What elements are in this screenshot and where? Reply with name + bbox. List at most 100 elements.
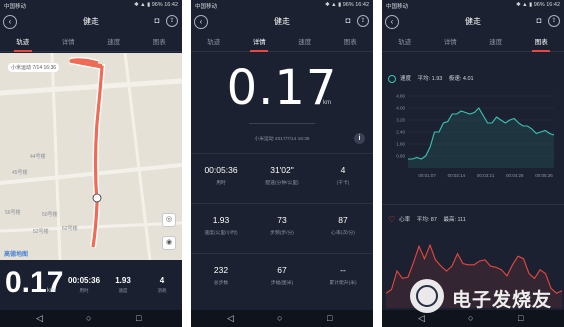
info-icon[interactable]: i (354, 133, 365, 144)
map-visibility-button[interactable]: ◉ (162, 236, 176, 250)
phone-track-screen: 中国移动 ✱ ▲ ▮ 96% 16:42 ‹ 健走 ◘ ⇪ 轨迹 详情 速度 图… (0, 0, 182, 327)
tab-speed[interactable]: 速度 (473, 36, 519, 51)
y-tick-label: 0.80 (396, 154, 405, 159)
route-map[interactable]: 小米运动 7/14 16:36 44号楼 45号楼 56号楼 50号楼 52号楼… (0, 53, 182, 260)
stat-value: 31'02" (270, 165, 294, 175)
tab-bar: 轨迹 详情 速度 图表 (191, 36, 373, 52)
share-button[interactable]: ⇪ (166, 15, 178, 27)
nav-home-icon[interactable]: ○ (86, 313, 91, 324)
system-nav-bar: ◁ ○ □ (0, 310, 182, 327)
building-label: 52号楼 (33, 229, 49, 235)
nav-recent-icon[interactable]: □ (327, 313, 332, 324)
stat-value: 1.93 (115, 276, 131, 285)
camera-icon[interactable]: ◘ (151, 16, 163, 26)
watermark-text: 电子发烧友 (452, 290, 553, 311)
stat-label: 用时 (79, 288, 89, 293)
tab-detail[interactable]: 详情 (237, 36, 283, 52)
stat-cell: 232 总步数 (191, 265, 251, 286)
time-label: 16:42 (164, 2, 178, 8)
speed-chart-header: 速度 平均: 1.93 极速: 4.01 (388, 74, 479, 83)
watermark: 电子发烧友 (410, 277, 560, 317)
app-bar: ‹ 健走 ◘ ⇪ (0, 11, 182, 33)
stat-label: 速度 (118, 288, 128, 293)
carrier-label: 中国移动 (386, 4, 409, 10)
tab-track[interactable]: 轨迹 (0, 36, 46, 52)
tab-chart[interactable]: 图表 (328, 36, 374, 51)
heart-icon: ♡ (388, 215, 396, 225)
stat-value: 232 (213, 265, 229, 275)
tab-track[interactable]: 轨迹 (191, 36, 237, 51)
speed-area (408, 108, 554, 168)
distance-unit: km (323, 100, 331, 106)
status-bar: 中国移动 ✱ ▲ ▮ 96% 16:42 (0, 0, 182, 11)
speed-avg: 平均: 1.93 (417, 76, 443, 82)
y-tick-label: 2.40 (396, 130, 405, 135)
share-button[interactable]: ⇪ (357, 15, 369, 27)
share-button[interactable]: ⇪ (548, 15, 560, 27)
distance-hero: 0.17 km (191, 60, 373, 116)
tab-track[interactable]: 轨迹 (382, 36, 428, 51)
stat-value: 4 (159, 276, 165, 285)
stat-value: 1.93 (212, 215, 230, 225)
status-right: ✱ ▲ ▮ 96% 16:42 (134, 2, 178, 8)
y-tick-label: 4.00 (396, 106, 405, 111)
x-tick-label: 00:04:28 (506, 173, 524, 178)
stats-row: 1.93 速度(公里/小时) 73 步频(步/分) 87 心率(次/分) (191, 203, 373, 253)
divider (249, 123, 315, 124)
nav-back-icon[interactable]: ◁ (227, 313, 234, 324)
nav-recent-icon[interactable]: □ (136, 313, 141, 324)
camera-icon[interactable]: ◘ (342, 16, 354, 26)
battery-label: 96% (151, 2, 163, 8)
building-label: 45号楼 (12, 170, 28, 176)
stat-value: 4 (340, 165, 346, 175)
status-bar: 中国移动 ✱ ▲ ▮ 96% 16:42 (382, 0, 564, 11)
stat-value: 87 (338, 215, 348, 225)
map-layer-button[interactable]: ◎ (162, 213, 176, 227)
map-source-tag: 小米运动 7/14 16:36 (8, 63, 60, 72)
battery-label: 96% (533, 2, 545, 8)
share-icon: ⇪ (169, 18, 175, 24)
tab-bar: 轨迹 详情 速度 图表 (0, 36, 182, 52)
stat-speed: 1.93 速度 (107, 276, 139, 294)
tab-speed[interactable]: 速度 (282, 36, 328, 51)
stat-cell: 00:05:36 用时 (191, 165, 251, 186)
tab-speed[interactable]: 速度 (91, 36, 137, 51)
nav-back-icon[interactable]: ◁ (36, 313, 43, 324)
status-right: ✱ ▲ ▮ 96% 16:42 (325, 2, 369, 8)
stat-calories: 4 消耗 (146, 276, 178, 294)
stat-value: 67 (277, 265, 287, 275)
stat-label: 步幅(厘米) (270, 281, 294, 286)
stat-label: 总步数 (213, 281, 229, 286)
stat-value: 00:05:36 (204, 165, 238, 175)
stat-label: 累计爬升(米) (329, 281, 357, 286)
stat-label: (千卡) (336, 181, 350, 186)
stat-label: 消耗 (157, 288, 167, 293)
start-marker (92, 193, 102, 203)
share-icon: ⇪ (551, 18, 557, 24)
tab-chart[interactable]: 图表 (519, 36, 564, 52)
carrier-label: 中国移动 (195, 4, 218, 10)
app-bar: ‹ 健走 ◘ ⇪ (191, 11, 373, 33)
heart-max: 最高: 111 (443, 217, 466, 223)
stat-cell: 67 步幅(厘米) (252, 265, 312, 286)
tab-chart[interactable]: 图表 (137, 36, 183, 51)
eye-icon: ◉ (165, 239, 173, 246)
stat-cell: 87 心率(次/分) (313, 215, 373, 236)
speedometer-icon (388, 74, 396, 83)
camera-icon[interactable]: ◘ (533, 16, 545, 26)
watermark-logo (410, 279, 444, 313)
map-provider-logo: 高德地图 (4, 252, 29, 258)
system-nav-bar: ◁ ○ □ (191, 310, 373, 327)
distance-unit: km (47, 288, 55, 294)
tab-detail[interactable]: 详情 (46, 36, 92, 51)
status-bar: 中国移动 ✱ ▲ ▮ 96% 16:42 (191, 0, 373, 11)
stat-label: 心率(次/分) (331, 231, 355, 236)
stats-row: 232 总步数 67 步幅(厘米) -- 累计爬升(米) (191, 253, 373, 303)
workout-meta: 小米运动 2017/7/14 16:36 (254, 137, 310, 142)
tab-detail[interactable]: 详情 (428, 36, 474, 51)
stat-value: 73 (277, 215, 287, 225)
stat-label: 速度(公里/小时) (204, 231, 238, 236)
stat-cell: 1.93 速度(公里/小时) (191, 215, 251, 236)
building-label: 56号楼 (5, 210, 21, 216)
nav-home-icon[interactable]: ○ (277, 313, 282, 324)
